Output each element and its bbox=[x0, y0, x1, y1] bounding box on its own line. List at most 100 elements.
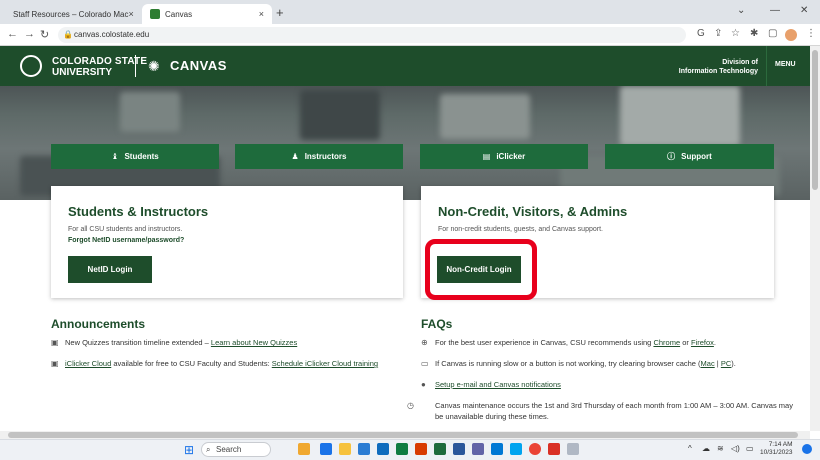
chevron-down-icon[interactable]: ⌄ bbox=[737, 5, 745, 16]
tab-title: Canvas bbox=[165, 9, 193, 19]
widgets-icon[interactable] bbox=[298, 443, 310, 455]
students-instructors-card: Students & Instructors For all CSU stude… bbox=[51, 186, 403, 298]
calendar-icon: ▣ bbox=[51, 338, 59, 347]
windows-taskbar bbox=[0, 439, 820, 460]
learn-new-quizzes-link[interactable]: Learn about New Quizzes bbox=[211, 338, 297, 347]
schedule-training-link[interactable]: Schedule iClicker Cloud training bbox=[272, 359, 378, 368]
sidepanel-icon[interactable]: ▢ bbox=[768, 28, 777, 39]
iclicker-cloud-link[interactable]: iClicker Cloud bbox=[65, 359, 111, 368]
card-subtitle: For all CSU students and instructors. bbox=[68, 226, 183, 233]
announcements-title: Announcements bbox=[51, 317, 146, 331]
profile-avatar[interactable] bbox=[785, 29, 797, 41]
extensions-icon[interactable]: ✱ bbox=[750, 28, 758, 39]
calendar-icon: ▣ bbox=[51, 359, 59, 368]
info-icon: ⓘ bbox=[667, 152, 676, 161]
google-icon[interactable]: G bbox=[697, 28, 705, 39]
forward-icon[interactable]: → bbox=[24, 28, 35, 40]
word-icon[interactable] bbox=[453, 443, 465, 455]
url-text: canvas.colostate.edu bbox=[74, 30, 150, 39]
share-icon[interactable]: ⇪ bbox=[714, 28, 722, 39]
csu-wordmark-line2[interactable]: UNIVERSITY bbox=[52, 67, 112, 78]
student-icon: ♝ bbox=[111, 152, 119, 161]
csu-ram-logo-icon[interactable] bbox=[20, 55, 42, 77]
instructor-icon: ♟ bbox=[291, 152, 299, 161]
support-button[interactable]: ⓘ Support bbox=[605, 144, 774, 169]
faqs-title: FAQs bbox=[421, 317, 453, 331]
lock-icon: 🔒 bbox=[63, 30, 73, 39]
students-button[interactable]: ♝ Students bbox=[51, 144, 219, 169]
vertical-scroll-thumb[interactable] bbox=[812, 50, 818, 190]
chrome-icon[interactable] bbox=[529, 443, 541, 455]
edge-icon[interactable] bbox=[358, 443, 370, 455]
iclicker-label: iClicker bbox=[496, 152, 526, 161]
app-icon[interactable] bbox=[567, 443, 579, 455]
tab-staff-resources[interactable]: Staff Resources – Colorado Mac × bbox=[0, 4, 140, 24]
powerpoint-icon[interactable] bbox=[415, 443, 427, 455]
monitor-icon: ▭ bbox=[421, 359, 429, 368]
csu-wordmark-line1[interactable]: COLORADO STATE bbox=[52, 56, 147, 67]
store-icon[interactable] bbox=[377, 443, 389, 455]
excel-icon[interactable] bbox=[396, 443, 408, 455]
netid-login-button[interactable]: NetID Login bbox=[68, 256, 152, 283]
setup-notifications-link[interactable]: Setup e-mail and Canvas notifications bbox=[435, 380, 561, 389]
notification-icon[interactable] bbox=[802, 444, 812, 454]
forgot-netid-link[interactable]: Forgot NetID username/password? bbox=[68, 237, 184, 244]
teams-icon[interactable] bbox=[472, 443, 484, 455]
search-icon: ⌕ bbox=[206, 445, 211, 454]
menu-button[interactable]: MENU bbox=[775, 61, 796, 68]
clock-icon: ◷ bbox=[407, 401, 414, 410]
faq-item: ▭ If Canvas is running slow or a button i… bbox=[421, 359, 736, 368]
iclicker-button[interactable]: ▤ iClicker bbox=[420, 144, 588, 169]
card-title: Non-Credit, Visitors, & Admins bbox=[438, 204, 628, 219]
minimize-icon[interactable]: — bbox=[770, 5, 780, 16]
browser-tab-bar: Staff Resources – Colorado Mac × Canvas … bbox=[0, 0, 820, 24]
taskbar-clock[interactable]: 7:14 AM 10/31/2023 bbox=[760, 441, 793, 457]
canvas-title[interactable]: CANVAS bbox=[170, 58, 227, 73]
hero-background bbox=[0, 86, 810, 200]
students-label: Students bbox=[124, 152, 159, 161]
outlook-icon[interactable] bbox=[491, 443, 503, 455]
star-icon[interactable]: ☆ bbox=[731, 28, 740, 39]
horizontal-scroll-thumb[interactable] bbox=[8, 432, 798, 438]
red-highlight-box bbox=[425, 239, 537, 300]
search-placeholder: Search bbox=[216, 445, 242, 454]
card-title: Students & Instructors bbox=[68, 204, 209, 219]
task-view-icon[interactable] bbox=[320, 443, 332, 455]
wifi-icon[interactable]: ≋ bbox=[717, 444, 724, 453]
faq-item: ◷ Canvas maintenance occurs the 1st and 3… bbox=[407, 401, 793, 421]
app-icon[interactable] bbox=[434, 443, 446, 455]
chrome-link[interactable]: Chrome bbox=[653, 338, 680, 347]
close-tab-icon[interactable]: × bbox=[128, 9, 133, 19]
taskbar-search-box[interactable]: ⌕ Search bbox=[201, 442, 271, 457]
reload-icon[interactable]: ↻ bbox=[40, 28, 49, 41]
app-icon[interactable] bbox=[510, 443, 522, 455]
chevron-up-icon[interactable]: ^ bbox=[688, 444, 692, 453]
canvas-logo-icon: ✺ bbox=[148, 58, 160, 74]
pc-link[interactable]: PC bbox=[721, 359, 731, 368]
mac-link[interactable]: Mac bbox=[701, 359, 715, 368]
announcement-item: ▣ iClicker Cloud available for free to CS… bbox=[51, 359, 379, 368]
volume-icon[interactable]: ◁) bbox=[731, 444, 740, 453]
cloud-icon[interactable]: ☁ bbox=[702, 444, 710, 453]
faq-item: ● Setup e-mail and Canvas notifications bbox=[421, 380, 561, 389]
windows-start-icon[interactable]: ⊞ bbox=[184, 443, 194, 457]
close-window-icon[interactable]: ✕ bbox=[800, 5, 808, 16]
tab-canvas[interactable]: Canvas × bbox=[142, 4, 272, 24]
chat-icon: ● bbox=[421, 380, 426, 389]
card-subtitle: For non-credit students, guests, and Can… bbox=[438, 226, 603, 233]
instructors-button[interactable]: ♟ Instructors bbox=[235, 144, 403, 169]
back-icon[interactable]: ← bbox=[7, 28, 18, 40]
firefox-link[interactable]: Firefox bbox=[691, 338, 714, 347]
kebab-icon[interactable]: ⋮ bbox=[806, 28, 816, 39]
file-explorer-icon[interactable] bbox=[339, 443, 351, 455]
url-input[interactable]: 🔒 canvas.colostate.edu bbox=[58, 27, 686, 43]
acrobat-icon[interactable] bbox=[548, 443, 560, 455]
iclicker-icon: ▤ bbox=[482, 152, 491, 161]
browser-icon: ⊕ bbox=[421, 338, 428, 347]
close-tab-icon[interactable]: × bbox=[259, 9, 264, 19]
battery-icon[interactable]: ▭ bbox=[746, 444, 754, 453]
division-line2: Information Technology bbox=[678, 68, 758, 75]
new-tab-button[interactable]: + bbox=[276, 5, 284, 20]
menu-divider bbox=[766, 46, 767, 86]
division-link[interactable]: Division of Information Technology bbox=[679, 58, 758, 76]
